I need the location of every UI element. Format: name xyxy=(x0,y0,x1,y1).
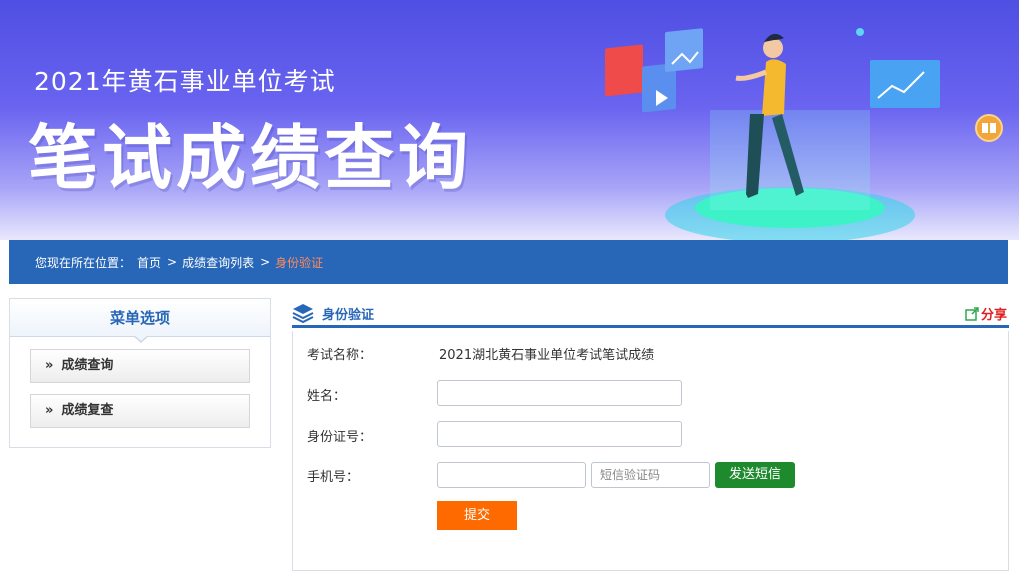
phone-input[interactable] xyxy=(437,462,586,488)
share-icon xyxy=(965,306,979,321)
menu-title-arrow xyxy=(133,335,149,343)
panel-title: 身份验证 xyxy=(322,308,375,323)
menu-title: 菜单选项 xyxy=(10,299,270,337)
breadcrumb: 您现在所在位置： 首页 > 成绩查询列表 > 身份验证 xyxy=(9,240,1008,284)
send-sms-button[interactable]: 发送短信 xyxy=(715,462,795,488)
layers-icon xyxy=(292,304,314,323)
id-number-input[interactable] xyxy=(437,421,682,447)
chevron-right-icon: » xyxy=(45,358,54,373)
share-button[interactable]: 分享 xyxy=(965,304,1007,323)
banner-subtitle: 2021年黄石事业单位考试 xyxy=(34,67,336,96)
banner-illustration xyxy=(605,28,940,240)
banner-title: 笔试成绩查询 xyxy=(28,117,472,199)
breadcrumb-separator: > xyxy=(167,255,178,269)
sidebar-item-label: 成绩查询 xyxy=(61,358,114,373)
share-label: 分享 xyxy=(980,308,1007,323)
chevron-right-icon: » xyxy=(45,403,54,418)
submit-button[interactable]: 提交 xyxy=(437,501,517,530)
breadcrumb-separator: > xyxy=(260,255,271,269)
exam-name-value: 2021湖北黄石事业单位考试笔试成绩 xyxy=(439,348,655,363)
sidebar-item-label: 成绩复查 xyxy=(61,403,114,418)
id-number-label: 身份证号： xyxy=(307,430,373,445)
exam-name-label: 考试名称： xyxy=(307,348,373,363)
breadcrumb-current: 身份验证 xyxy=(275,255,324,270)
name-label: 姓名： xyxy=(307,389,347,404)
sms-code-input[interactable] xyxy=(591,462,710,488)
name-input[interactable] xyxy=(437,380,682,406)
phone-label: 手机号： xyxy=(307,470,360,485)
sidebar-item-score-query[interactable]: » 成绩查询 xyxy=(30,349,250,383)
sidebar-menu: 菜单选项 » 成绩查询 » 成绩复查 xyxy=(9,298,271,448)
breadcrumb-prefix: 您现在所在位置： xyxy=(35,255,132,270)
breadcrumb-score-list[interactable]: 成绩查询列表 xyxy=(182,254,254,271)
panel-header: 身份验证 分享 xyxy=(292,300,1009,328)
verification-form: 考试名称： 2021湖北黄石事业单位考试笔试成绩 姓名： 身份证号： 手机号： … xyxy=(292,331,1009,571)
sidebar-item-score-recheck[interactable]: » 成绩复查 xyxy=(30,394,250,428)
book-icon[interactable] xyxy=(975,114,1003,142)
breadcrumb-home[interactable]: 首页 xyxy=(137,254,161,271)
header-banner: 2021年黄石事业单位考试 笔试成绩查询 xyxy=(0,0,1019,240)
